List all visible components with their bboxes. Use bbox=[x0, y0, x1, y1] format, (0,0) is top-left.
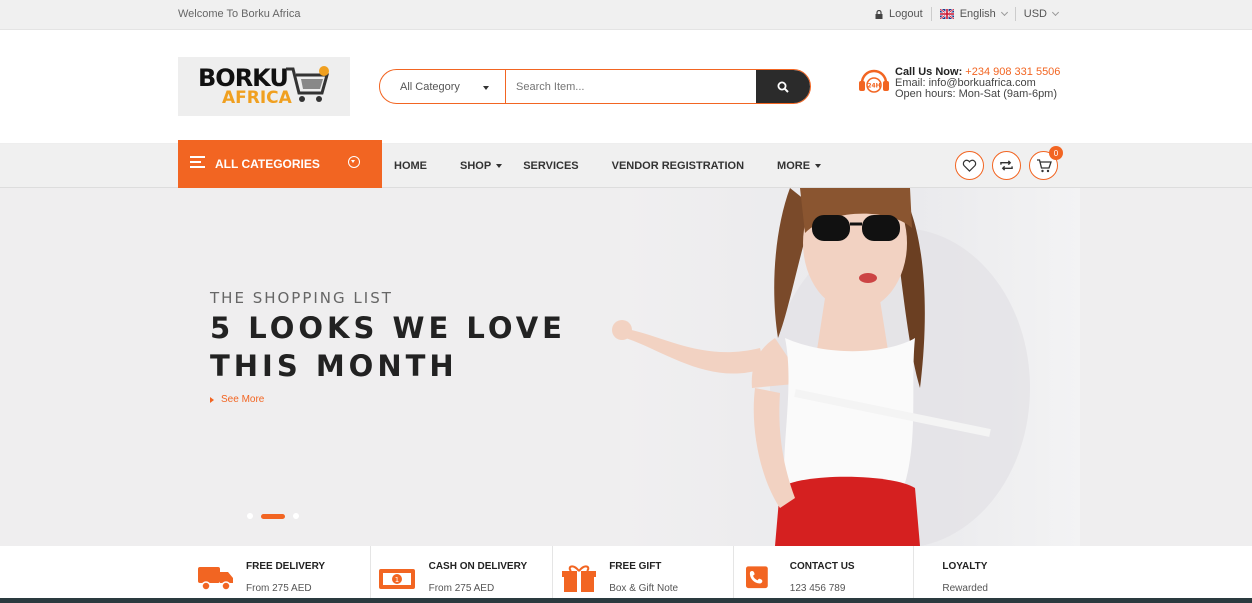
heart-icon bbox=[962, 159, 977, 172]
nav-item-more[interactable]: MORE bbox=[777, 160, 822, 172]
caret-down-icon bbox=[483, 86, 489, 90]
feature-title: CONTACT US bbox=[789, 561, 855, 572]
all-categories-label: ALL CATEGORIES bbox=[215, 157, 320, 171]
search-input[interactable] bbox=[506, 70, 756, 103]
hero-subtitle: THE SHOPPING LIST bbox=[210, 289, 393, 307]
phone-icon bbox=[745, 566, 768, 589]
slider-dot[interactable] bbox=[293, 513, 299, 519]
feature-title: LOYALTY bbox=[942, 561, 988, 572]
see-more-link[interactable]: See More bbox=[210, 394, 264, 405]
feature-subtitle: 123 456 789 bbox=[789, 583, 846, 594]
cart-count-badge: 0 bbox=[1049, 146, 1063, 160]
circle-chevron-down-icon bbox=[348, 156, 360, 168]
nav-item-label: HOME bbox=[394, 160, 427, 172]
logo-word-borku: BORKU bbox=[198, 63, 289, 92]
nav-item-label: SERVICES bbox=[523, 160, 579, 172]
features-bar: FREE DELIVERY From 275 AED 1 CASH ON DEL… bbox=[178, 546, 1066, 603]
gift-icon bbox=[562, 565, 597, 592]
header: BORKU AFRICA All Category Search Item...… bbox=[0, 30, 1252, 144]
top-bar: Welcome To Borku Africa Logout English U… bbox=[0, 0, 1252, 30]
cart-button[interactable]: 0 bbox=[1029, 146, 1063, 180]
site-logo[interactable]: BORKU AFRICA bbox=[178, 57, 350, 116]
chevron-down-icon bbox=[1000, 8, 1008, 17]
feature-subtitle: From 275 AED bbox=[246, 583, 312, 594]
uk-flag-icon bbox=[939, 9, 954, 19]
nav-item-services[interactable]: SERVICES bbox=[523, 160, 578, 172]
search-button[interactable] bbox=[756, 70, 810, 103]
nav-item-label: VENDOR REGISTRATION bbox=[611, 160, 745, 172]
all-categories-button[interactable]: ALL CATEGORIES bbox=[178, 140, 382, 188]
nav-item-shop[interactable]: SHOP bbox=[460, 160, 503, 172]
feature-cash-on-delivery: 1 CASH ON DELIVERY From 275 AED bbox=[371, 546, 554, 603]
nav-menu: HOME SHOP SERVICES VENDOR REGISTRATION M… bbox=[394, 144, 822, 188]
support-24h-label: 24H bbox=[867, 83, 880, 90]
feature-loyalty: LOYALTY Rewarded bbox=[914, 546, 1066, 603]
language-label: English bbox=[959, 8, 996, 20]
compare-icon bbox=[1000, 160, 1013, 171]
feature-title: FREE DELIVERY bbox=[246, 561, 326, 572]
caret-right-icon bbox=[210, 396, 214, 403]
feature-title: CASH ON DELIVERY bbox=[428, 561, 528, 572]
category-select[interactable]: All Category bbox=[380, 70, 506, 103]
lock-icon bbox=[875, 9, 883, 19]
hero-slider: THE SHOPPING LIST 5 LOOKS WE LOVE THIS M… bbox=[0, 188, 1252, 546]
feature-contact-us: CONTACT US 123 456 789 bbox=[734, 546, 915, 603]
support-24h-icon: 24H bbox=[859, 69, 889, 93]
search-bar: All Category bbox=[379, 69, 811, 104]
hero-title: 5 LOOKS WE LOVE THIS MONTH bbox=[210, 309, 566, 385]
nav-item-vendor-registration[interactable]: VENDOR REGISTRATION bbox=[612, 160, 744, 172]
svg-text:1: 1 bbox=[394, 576, 398, 584]
cart-logo-icon bbox=[286, 65, 329, 102]
compare-button[interactable] bbox=[992, 151, 1021, 180]
feature-subtitle: Box & Gift Note bbox=[609, 583, 679, 594]
menu-icon bbox=[190, 156, 205, 171]
see-more-label: See More bbox=[221, 394, 265, 405]
page-bottom-strip bbox=[0, 598, 1252, 603]
hero-title-line-1: 5 LOOKS WE LOVE bbox=[210, 311, 566, 345]
wishlist-button[interactable] bbox=[955, 151, 984, 180]
currency-label: USD bbox=[1023, 8, 1047, 20]
feature-subtitle: Rewarded bbox=[942, 583, 988, 594]
chevron-down-icon bbox=[1051, 8, 1060, 17]
category-select-label: All Category bbox=[400, 80, 460, 93]
search-icon bbox=[777, 81, 789, 93]
feature-title: FREE GIFT bbox=[609, 561, 662, 572]
caret-down-icon bbox=[815, 164, 822, 168]
logout-link[interactable]: Logout bbox=[867, 8, 931, 20]
open-hours-text: Open hours: Mon-Sat (9am-6pm) bbox=[895, 88, 1058, 100]
logout-label: Logout bbox=[889, 8, 923, 20]
feature-free-delivery: FREE DELIVERY From 275 AED bbox=[178, 546, 371, 603]
truck-icon bbox=[198, 567, 233, 591]
slider-dots bbox=[247, 513, 307, 519]
nav-item-label: SHOP bbox=[460, 160, 492, 172]
language-select[interactable]: English bbox=[932, 8, 1015, 20]
slider-dot[interactable] bbox=[247, 513, 253, 519]
nav-item-home[interactable]: HOME bbox=[394, 160, 427, 172]
welcome-text: Welcome To Borku Africa bbox=[178, 8, 301, 20]
caret-down-icon bbox=[496, 164, 503, 168]
feature-subtitle: From 275 AED bbox=[428, 583, 495, 594]
cart-icon bbox=[1036, 158, 1052, 172]
contact-info: 24H Call Us Now: +234 908 331 5506 Email… bbox=[858, 67, 1060, 100]
cash-icon: 1 bbox=[378, 569, 415, 589]
main-nav: ALL CATEGORIES HOME SHOP SERVICES VENDOR… bbox=[0, 140, 1252, 188]
feature-free-gift: FREE GIFT Box & Gift Note bbox=[553, 546, 734, 603]
hero-model-image bbox=[612, 188, 1030, 546]
top-links: Logout English USD bbox=[867, 7, 1066, 21]
slider-dot-active[interactable] bbox=[261, 513, 285, 519]
currency-select[interactable]: USD bbox=[1016, 8, 1066, 20]
nav-item-label: MORE bbox=[777, 160, 811, 172]
hero-title-line-2: THIS MONTH bbox=[210, 349, 458, 383]
header-actions: 0 bbox=[947, 146, 1063, 180]
